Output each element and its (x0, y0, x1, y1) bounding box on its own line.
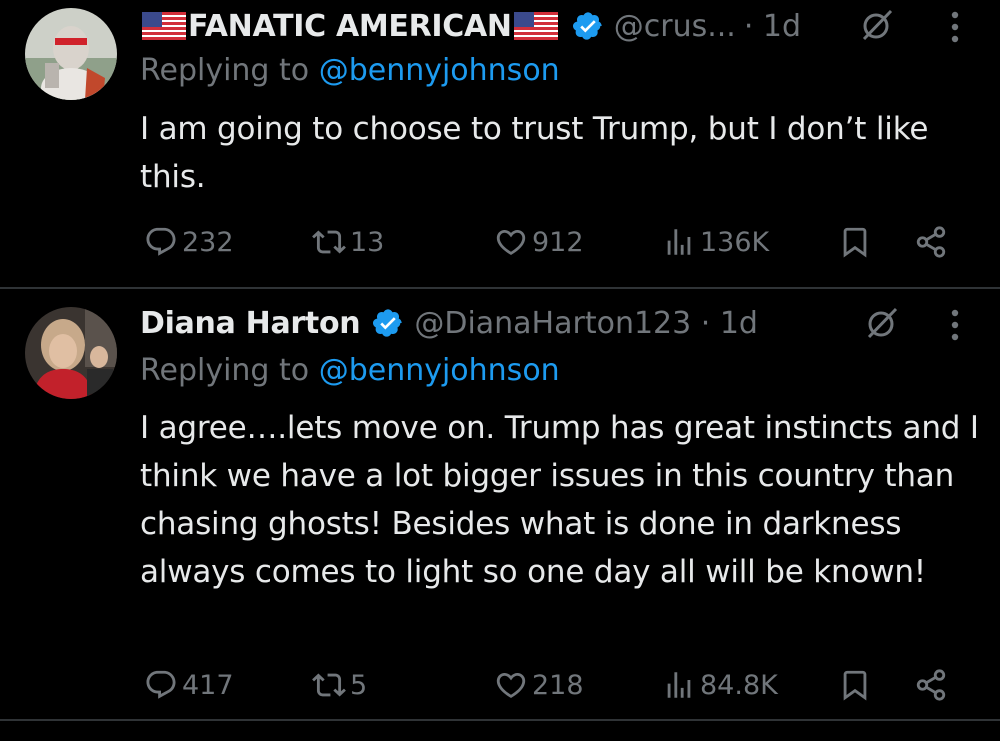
reply-icon (146, 227, 176, 256)
divider (0, 719, 1000, 721)
bookmark-button[interactable] (838, 222, 876, 262)
tweet-actions: 417 5 218 84.8K (140, 665, 960, 705)
avatar[interactable] (25, 307, 117, 399)
heart-icon (496, 672, 526, 698)
handle[interactable]: @crus... (614, 9, 736, 44)
heart-icon (496, 229, 526, 255)
repost-button[interactable]: 13 (312, 222, 384, 262)
views-count: 136K (700, 226, 770, 258)
views-button[interactable]: 136K (662, 222, 769, 262)
share-button[interactable] (914, 222, 952, 262)
tweet[interactable]: FANATIC AMERICAN @crus... · 1d Replying … (0, 0, 1000, 287)
display-name[interactable]: FANATIC AMERICAN (188, 9, 512, 44)
reply-button[interactable]: 417 (144, 665, 234, 705)
tweet-header: Diana Harton @DianaHarton123 · 1d (140, 301, 758, 345)
views-count: 84.8K (700, 669, 778, 701)
replying-prefix: Replying to (140, 53, 310, 88)
timestamp[interactable]: · 1d (744, 9, 801, 44)
more-options-icon[interactable] (950, 307, 960, 343)
repost-count: 5 (350, 669, 368, 701)
reply-count: 417 (182, 669, 234, 701)
avatar[interactable] (25, 8, 117, 100)
bookmark-icon (843, 227, 867, 258)
reply-button[interactable]: 232 (144, 222, 234, 262)
like-count: 912 (532, 226, 584, 258)
like-button[interactable]: 912 (494, 222, 584, 262)
replying-to: Replying to @bennyjohnson (140, 353, 560, 388)
tweet[interactable]: Diana Harton @DianaHarton123 · 1d Replyi… (0, 289, 1000, 719)
repost-button[interactable]: 5 (312, 665, 367, 705)
grok-icon[interactable] (865, 306, 899, 340)
share-icon (916, 669, 946, 701)
like-count: 218 (532, 669, 584, 701)
tweet-text: I agree….lets move on. Trump has great i… (140, 410, 979, 590)
replying-prefix: Replying to (140, 353, 310, 388)
replying-to: Replying to @bennyjohnson (140, 53, 560, 88)
reply-count: 232 (182, 226, 234, 258)
tweet-actions: 232 13 912 136K (140, 222, 960, 262)
repost-icon (312, 673, 346, 697)
us-flag-icon (513, 12, 558, 40)
bookmark-icon (843, 670, 867, 701)
repost-count: 13 (350, 226, 385, 258)
share-icon (916, 226, 946, 258)
like-button[interactable]: 218 (494, 665, 584, 705)
views-icon (667, 672, 691, 698)
mention-link[interactable]: @bennyjohnson (319, 353, 560, 388)
mention-link[interactable]: @bennyjohnson (319, 53, 560, 88)
tweet-text: I am going to choose to trust Trump, but… (140, 111, 929, 195)
display-name[interactable]: Diana Harton (140, 306, 361, 341)
tweet-header: FANATIC AMERICAN @crus... · 1d (140, 4, 801, 48)
views-icon (667, 229, 691, 255)
more-options-icon[interactable] (950, 9, 960, 45)
verified-badge-icon[interactable] (372, 307, 404, 339)
handle-and-time[interactable]: @DianaHarton123 · 1d (414, 306, 758, 341)
share-button[interactable] (914, 665, 952, 705)
grok-icon[interactable] (860, 8, 894, 42)
bookmark-button[interactable] (838, 665, 876, 705)
verified-badge-icon[interactable] (572, 10, 604, 42)
us-flag-icon (142, 12, 186, 40)
reply-icon (146, 670, 176, 699)
views-button[interactable]: 84.8K (662, 665, 778, 705)
repost-icon (312, 230, 346, 254)
